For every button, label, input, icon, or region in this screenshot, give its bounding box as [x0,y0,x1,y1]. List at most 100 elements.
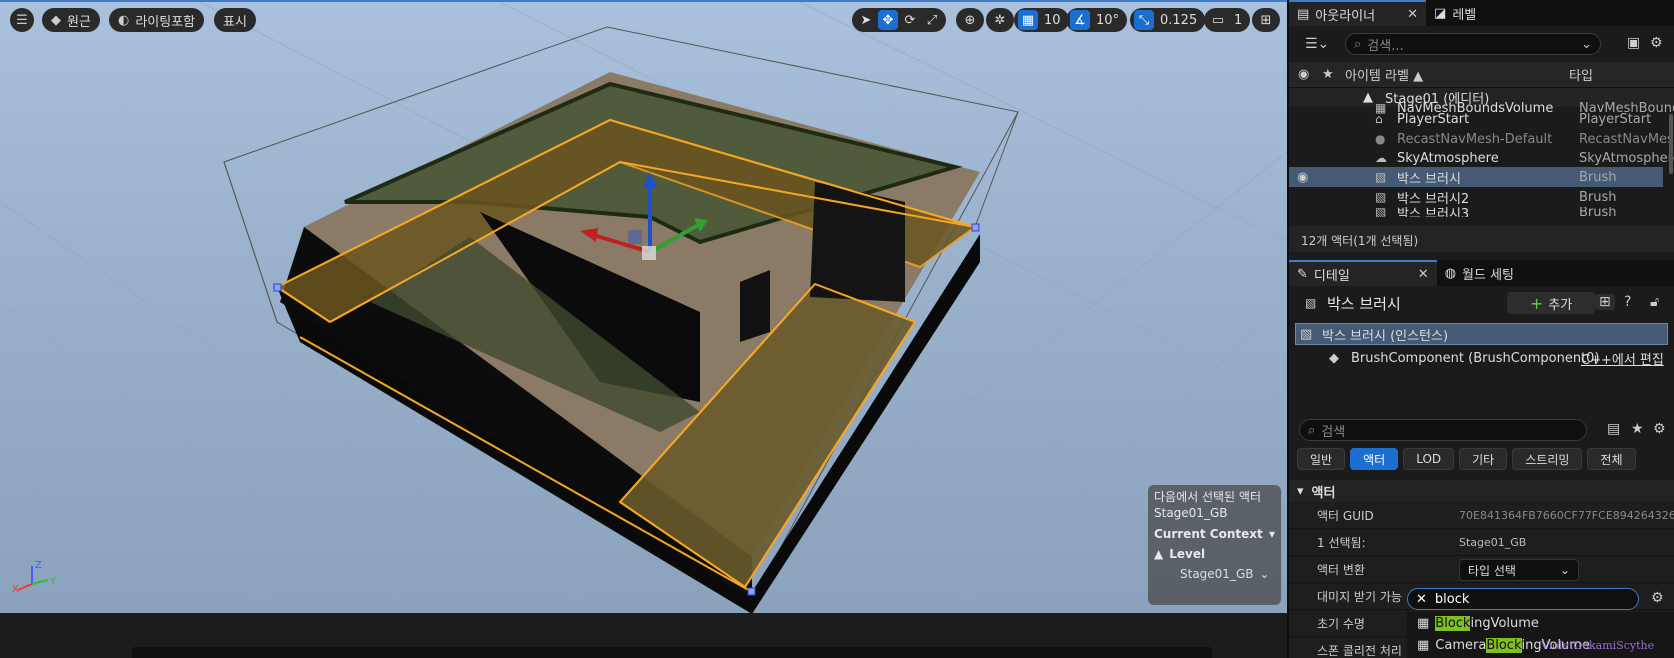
surface-snap-icon: ✲ [994,12,1006,28]
view-mode-button[interactable]: ◐ 라이팅포함 [109,8,205,32]
list-item[interactable]: ▦ BlockingVolume [1407,612,1674,634]
translate-tool-icon[interactable]: ✥ [878,10,898,30]
class-picker-search[interactable]: ✕ block [1407,588,1639,610]
tab-details[interactable]: ✎ 디테일 ✕ [1289,260,1437,286]
volume-icon: ▦ [1417,615,1430,631]
svg-text:Y: Y [49,576,57,587]
close-icon[interactable]: ✕ [1407,7,1418,22]
search-icon: ⌕ [1308,422,1316,438]
column-type[interactable]: 타입 [1569,65,1593,84]
filter-icon[interactable]: ☰⌄ [1305,36,1329,52]
brush-component-row[interactable]: ◆ BrushComponent (BrushComponent0) C++에서… [1295,347,1668,369]
scale-snap-value[interactable]: 0.125 [1156,13,1201,28]
brush-icon: ▧ [1305,296,1317,310]
brush-icon: ▧ [1375,170,1387,184]
filter-misc[interactable]: 기타 [1459,448,1508,470]
add-component-button[interactable]: + 추가 [1507,292,1595,314]
scale-snap-icon[interactable]: ⤡ [1134,10,1154,30]
actor-name: 박스 브러시 [1327,294,1401,313]
help-icon[interactable]: ? [1624,294,1631,310]
rotate-tool-icon[interactable]: ⟳ [900,10,920,30]
outliner-icon: ▤ [1297,6,1310,22]
prop-row-convert: 액터 변환 타입 선택 ⌄ [1289,557,1674,583]
details-search-input[interactable]: ⌕ 검색 [1299,419,1587,441]
filter-all[interactable]: 전체 [1587,448,1636,470]
scale-tool-icon[interactable]: ⤢ [922,10,942,30]
globe-icon: ⊕ [964,12,976,28]
filter-lod[interactable]: LOD [1403,448,1455,470]
outliner-search-input[interactable]: ⌕ 검색... ⌄ [1345,33,1601,55]
bottom-bar [0,613,1287,658]
layers-icon: ◪ [1434,5,1447,21]
viewport-toolbar: ☰ ◆ 원근 ◐ 라이팅포함 표시 ➤ ✥ ⟳ ⤢ ⊕ ✲ ▦ 10 ∡ 10°… [0,8,1287,32]
plus-icon: + [1529,293,1544,313]
brush-icon: ▧ [1300,326,1313,342]
outliner-scrollbar[interactable] [1669,114,1673,174]
tree-row-selected[interactable]: ◉ ▧ 박스 브러시 Brush [1289,167,1663,187]
grid-snap-value[interactable]: 10 [1040,13,1065,28]
search-icon: ⌕ [1354,36,1362,52]
world-local-button[interactable]: ⊕ [956,8,984,32]
filter-buttons: 일반 액터 LOD 기타 스트리밍 전체 [1297,448,1636,470]
tree-row[interactable]: ▧ 박스 브러시2 Brush [1289,187,1674,207]
right-panel: ▤ 아웃라이너 ✕ ◪ 레벨 ☰⌄ ⌕ 검색... ⌄ ▣ ⚙ ◉ ★ 아이템 … [1287,0,1674,658]
tree-row[interactable]: ☁ SkyAtmosphere SkyAtmosphere [1289,148,1674,168]
select-tool-icon[interactable]: ➤ [856,10,876,30]
show-button[interactable]: 표시 [214,8,256,32]
rotation-snap-value[interactable]: 10° [1092,13,1123,28]
filter-general[interactable]: 일반 [1297,448,1346,470]
add-folder-icon[interactable]: ▣ [1627,35,1640,51]
triangle-down-icon: ▾ [1268,527,1275,541]
filter-streaming[interactable]: 스트리밍 [1512,448,1583,470]
close-icon[interactable]: ✕ [1416,592,1427,607]
gear-icon[interactable]: ⚙ [1650,35,1663,51]
star-icon[interactable]: ★ [1631,421,1644,437]
brush-icon: ▧ [1375,190,1387,204]
grid-snap-group: ▦ 10 [1014,8,1069,32]
column-item-label[interactable]: 아이템 라벨 ▲ [1345,65,1423,84]
tab-outliner[interactable]: ▤ 아웃라이너 ✕ [1289,0,1427,26]
tree-row[interactable]: ▧ 박스 브러시3 Brush [1289,207,1674,217]
blueprint-icon[interactable]: ⊞ [1595,294,1615,310]
tree-row[interactable]: ● RecastNavMesh-Default RecastNavMesh [1289,129,1674,149]
convert-actor-combo[interactable]: 타입 선택 ⌄ [1459,559,1579,581]
prop-row-guid: 액터 GUID 70E841364FB7660CF77FCE894264326 [1289,503,1674,529]
tree-row[interactable]: ⌂ PlayerStart PlayerStart [1289,109,1674,129]
edit-cpp-link[interactable]: C++에서 편집 [1581,349,1664,368]
context-level-row: ▲ Level [1154,547,1206,561]
camera-speed-value: 1 [1234,12,1243,28]
lit-sphere-icon: ◐ [118,12,130,28]
brush-icon: ▧ [1375,207,1387,217]
eye-icon[interactable]: ◉ [1298,67,1309,82]
gear-icon[interactable]: ⚙ [1651,590,1664,606]
eye-icon[interactable]: ◉ [1297,170,1308,185]
context-header[interactable]: Current Context ▾ [1154,527,1275,541]
console-input[interactable] [132,647,1212,658]
instance-component-row[interactable]: ▧ 박스 브러시 (인스턴스) [1295,323,1668,345]
angle-snap-icon[interactable]: ∡ [1070,10,1090,30]
cube-icon: ◆ [1329,350,1339,366]
lock-icon[interactable]: 🔓︎ [1650,294,1659,310]
level-viewport[interactable]: ☰ ◆ 원근 ◐ 라이팅포함 표시 ➤ ✥ ⟳ ⤢ ⊕ ✲ ▦ 10 ∡ 10°… [0,0,1287,613]
pencil-icon: ✎ [1297,266,1308,282]
close-icon[interactable]: ✕ [1418,267,1429,282]
camera-speed-group[interactable]: ▭ 1 [1204,8,1251,32]
table-view-icon[interactable]: ▤ [1607,421,1620,437]
tab-world-settings[interactable]: ◍ 월드 세팅 [1437,260,1522,286]
grid-snap-icon[interactable]: ▦ [1018,10,1038,30]
actor-section-header[interactable]: ▾ 액터 [1289,480,1674,502]
perspective-button[interactable]: ◆ 원근 [42,8,100,32]
cube-icon: ◆ [51,12,61,28]
gear-icon[interactable]: ⚙ [1653,421,1666,437]
filter-actor[interactable]: 액터 [1350,448,1399,470]
surface-snap-button[interactable]: ✲ [986,8,1014,32]
star-icon[interactable]: ★ [1322,67,1334,82]
context-level-selector[interactable]: Stage01_GB ⌄ [1154,567,1275,581]
tab-level[interactable]: ◪ 레벨 [1426,0,1484,26]
prop-row-selected: 1 선택됨: Stage01_GB [1289,530,1674,556]
viewport-layout-button[interactable]: ⊞ [1252,8,1280,32]
scene-render [0,2,1287,613]
viewport-menu-button[interactable]: ☰ [10,8,34,32]
triangle-down-icon: ▾ [1297,483,1304,499]
watermark-text: VioletOokamiScythe [1541,639,1655,652]
